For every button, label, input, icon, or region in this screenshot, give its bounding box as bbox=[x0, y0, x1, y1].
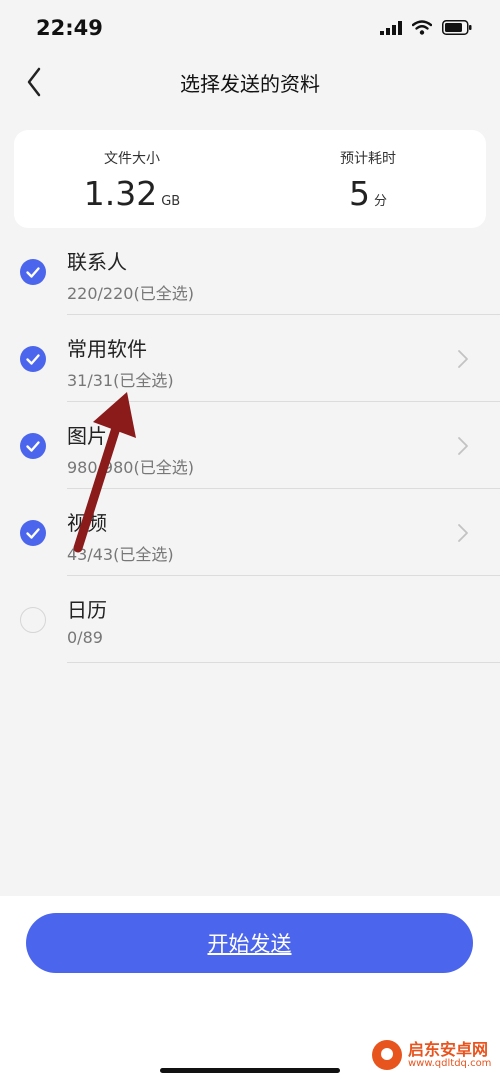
cellular-signal-icon bbox=[380, 20, 402, 35]
data-type-list: 联系人 220/220(已全选) 常用软件 31/31(已全选) 图片 980/… bbox=[0, 228, 500, 663]
estimated-time-value: 5 bbox=[348, 174, 370, 213]
item-count: 0/89 bbox=[67, 628, 103, 647]
estimated-time-summary: 预计耗时 5分 bbox=[250, 130, 486, 213]
chevron-right-icon[interactable] bbox=[456, 435, 470, 457]
status-bar: 22:49 bbox=[0, 0, 500, 60]
file-size-summary: 文件大小 1.32 GB bbox=[14, 130, 250, 213]
item-count: 43/43(已全选) bbox=[67, 545, 174, 564]
item-title: 日历 bbox=[67, 598, 107, 622]
item-title: 图片 bbox=[67, 424, 107, 448]
watermark-url: www.qdltdq.com bbox=[408, 1058, 492, 1070]
estimated-time-label: 预计耗时 bbox=[340, 151, 396, 167]
chevron-right-icon[interactable] bbox=[456, 348, 470, 370]
item-count: 220/220(已全选) bbox=[67, 284, 194, 303]
battery-icon bbox=[442, 20, 472, 35]
list-item-photos[interactable]: 图片 980/980(已全选) bbox=[0, 402, 500, 489]
list-item-videos[interactable]: 视频 43/43(已全选) bbox=[0, 489, 500, 576]
chevron-right-icon[interactable] bbox=[456, 522, 470, 544]
checkmark-icon bbox=[26, 528, 40, 539]
summary-card: 文件大小 1.32 GB 预计耗时 5分 bbox=[14, 130, 486, 228]
watermark-logo-icon bbox=[372, 1040, 402, 1070]
item-title: 常用软件 bbox=[67, 337, 147, 361]
checkbox[interactable] bbox=[20, 346, 46, 372]
checkbox[interactable] bbox=[20, 520, 46, 546]
checkbox[interactable] bbox=[20, 259, 46, 285]
bottom-bar: 开始发送 启东安卓网 www.qdltdq.com bbox=[0, 896, 500, 1083]
start-send-button[interactable]: 开始发送 bbox=[26, 913, 473, 973]
item-title: 联系人 bbox=[67, 250, 127, 274]
list-item-contacts[interactable]: 联系人 220/220(已全选) bbox=[0, 228, 500, 315]
item-title: 视频 bbox=[67, 511, 107, 535]
page-title: 选择发送的资料 bbox=[180, 72, 320, 96]
checkbox[interactable] bbox=[20, 433, 46, 459]
checkmark-icon bbox=[26, 267, 40, 278]
item-count: 31/31(已全选) bbox=[67, 371, 174, 390]
divider bbox=[67, 662, 500, 663]
checkbox[interactable] bbox=[20, 607, 46, 633]
status-icons bbox=[380, 20, 472, 35]
list-item-apps[interactable]: 常用软件 31/31(已全选) bbox=[0, 315, 500, 402]
wifi-icon bbox=[412, 20, 432, 35]
checkmark-icon bbox=[26, 354, 40, 365]
start-send-label: 开始发送 bbox=[207, 933, 292, 956]
home-indicator[interactable] bbox=[160, 1068, 340, 1073]
checkmark-icon bbox=[26, 441, 40, 452]
estimated-time-unit: 分 bbox=[373, 194, 387, 209]
watermark-name: 启东安卓网 bbox=[408, 1039, 489, 1059]
nav-bar: 选择发送的资料 bbox=[0, 60, 500, 104]
watermark: 启东安卓网 www.qdltdq.com bbox=[372, 1040, 491, 1070]
file-size-value: 1.32 bbox=[83, 174, 158, 213]
status-time: 22:49 bbox=[36, 16, 103, 40]
item-count: 980/980(已全选) bbox=[67, 458, 194, 477]
file-size-unit: GB bbox=[161, 194, 181, 209]
list-item-calendar[interactable]: 日历 0/89 bbox=[0, 576, 500, 663]
file-size-label: 文件大小 bbox=[104, 151, 160, 167]
